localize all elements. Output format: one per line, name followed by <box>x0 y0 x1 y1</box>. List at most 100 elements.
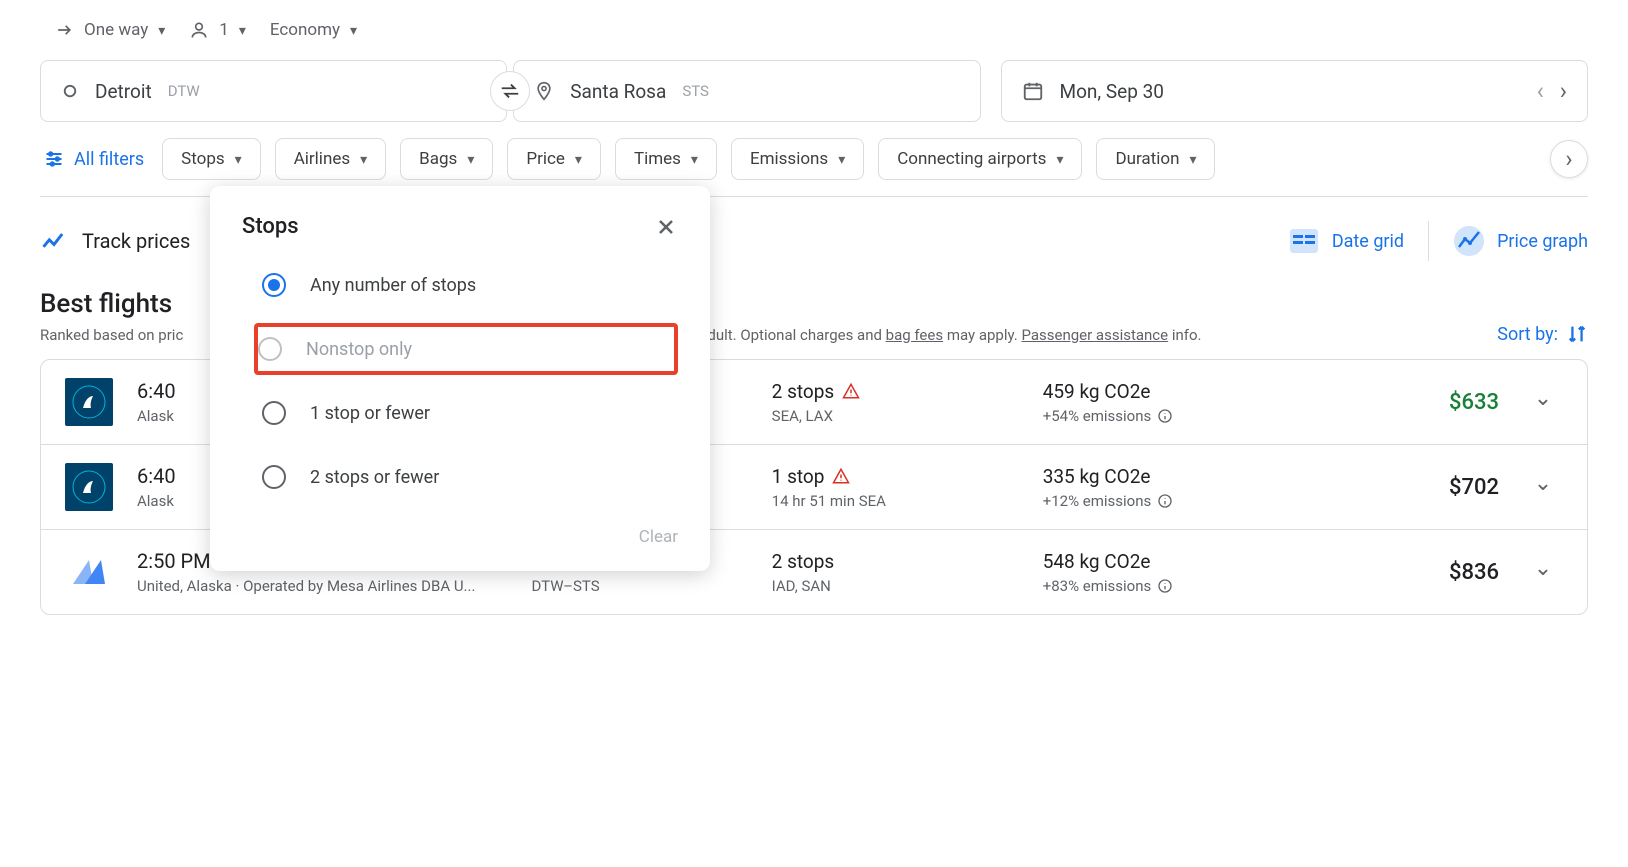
person-icon <box>189 20 209 40</box>
chevron-down-icon <box>350 20 357 40</box>
radio-icon <box>262 401 286 425</box>
sort-icon <box>1566 323 1588 345</box>
date-next[interactable] <box>1560 77 1567 105</box>
expand-button[interactable] <box>1523 560 1563 585</box>
date-prev[interactable] <box>1537 77 1544 105</box>
radio-1-stop[interactable]: 1 stop or fewer <box>258 387 678 439</box>
filter-chip-emissions[interactable]: Emissions <box>731 138 864 180</box>
chevron-down-icon <box>1534 564 1552 583</box>
radio-icon <box>262 273 286 297</box>
trip-type-selector[interactable]: One way <box>54 20 165 40</box>
price-graph-label: Price graph <box>1497 231 1588 252</box>
airline-logo <box>65 463 113 511</box>
sub-prefix: Ranked based on pric <box>40 326 183 344</box>
radio-any-stops[interactable]: Any number of stops <box>258 259 678 311</box>
chevron-right-icon <box>1565 145 1572 173</box>
chevron-down-icon <box>1189 149 1196 169</box>
stops-col: 2 stops SEA, LAX <box>772 380 1019 425</box>
scroll-filters-right[interactable] <box>1550 140 1588 178</box>
filter-chip-airlines[interactable]: Airlines <box>275 138 386 180</box>
chevron-down-icon <box>838 149 845 169</box>
track-prices[interactable]: Track prices <box>40 227 190 255</box>
airline-name: United, Alaska · Operated by Mesa Airlin… <box>137 577 508 595</box>
emis-text: +54% emissions <box>1043 407 1152 425</box>
swap-button[interactable] <box>490 71 530 111</box>
clear-button[interactable]: Clear <box>639 527 678 547</box>
search-row: Detroit DTW Santa Rosa STS Mon, Sep 30 <box>40 60 1588 122</box>
stops-popover: Stops Any number of stops Nonstop only 1… <box>210 186 710 571</box>
date-input[interactable]: Mon, Sep 30 <box>1001 60 1589 122</box>
origin-input[interactable]: Detroit DTW <box>40 60 507 122</box>
chevron-down-icon <box>235 149 242 169</box>
sort-button[interactable]: Sort by: <box>1497 323 1588 345</box>
dest-input[interactable]: Santa Rosa STS <box>513 60 980 122</box>
sub-info: info. <box>1168 326 1201 344</box>
chevron-down-icon <box>467 149 474 169</box>
stops-count: 1 stop <box>772 465 1019 488</box>
popover-title: Stops <box>242 214 299 239</box>
bag-fees-link[interactable]: bag fees <box>886 326 943 344</box>
date-grid-label: Date grid <box>1332 231 1404 252</box>
dest-code: STS <box>682 82 709 100</box>
chevron-down-icon <box>239 20 246 40</box>
radio-2-stops[interactable]: 2 stops or fewer <box>258 451 678 503</box>
all-filters-label: All filters <box>74 149 144 170</box>
cabin-label: Economy <box>270 20 340 40</box>
stops-text: 1 stop <box>772 465 825 488</box>
radio-icon <box>262 465 286 489</box>
dest-city: Santa Rosa <box>570 80 666 103</box>
emissions: 459 kg CO2e <box>1043 380 1321 403</box>
expand-button[interactable] <box>1523 475 1563 500</box>
emissions-col: 548 kg CO2e +83% emissions <box>1043 550 1321 595</box>
all-filters-button[interactable]: All filters <box>40 141 148 178</box>
sub-mid: 1 adult. Optional charges and <box>687 326 886 344</box>
price-col: $702 <box>1345 475 1499 500</box>
info-icon[interactable] <box>1157 578 1173 594</box>
tune-icon <box>44 149 64 169</box>
stops-text: 2 stops <box>772 380 835 403</box>
radio-label: Nonstop only <box>306 339 412 360</box>
stops-detail: 14 hr 51 min SEA <box>772 492 1019 510</box>
location-icon <box>534 81 554 101</box>
arrow-right-icon <box>54 20 74 40</box>
route: DTW–STS <box>532 577 748 595</box>
emissions-detail: +12% emissions <box>1043 492 1321 510</box>
price: $702 <box>1345 475 1499 500</box>
filter-chip-connecting[interactable]: Connecting airports <box>878 138 1082 180</box>
chip-label: Emissions <box>750 149 828 169</box>
price-graph-button[interactable]: Price graph <box>1453 225 1588 257</box>
filter-chip-price[interactable]: Price <box>507 138 601 180</box>
chevron-down-icon <box>575 149 582 169</box>
filter-chip-bags[interactable]: Bags <box>400 138 493 180</box>
price: $836 <box>1345 560 1499 585</box>
filter-chip-duration[interactable]: Duration <box>1096 138 1215 180</box>
separator <box>1428 221 1429 261</box>
popover-close-button[interactable] <box>654 215 678 239</box>
radio-nonstop[interactable]: Nonstop only <box>254 323 678 375</box>
passengers-count: 1 <box>219 20 229 40</box>
close-icon <box>654 215 678 239</box>
chip-label: Bags <box>419 149 457 169</box>
info-icon[interactable] <box>1157 493 1173 509</box>
filter-chip-stops[interactable]: Stops <box>162 138 261 180</box>
info-icon[interactable] <box>1157 408 1173 424</box>
stops-col: 1 stop 14 hr 51 min SEA <box>772 465 1019 510</box>
expand-button[interactable] <box>1523 390 1563 415</box>
radio-label: 1 stop or fewer <box>310 403 430 424</box>
warning-icon <box>832 467 850 485</box>
chip-label: Times <box>634 149 681 169</box>
chip-label: Connecting airports <box>897 149 1046 169</box>
chevron-down-icon <box>1534 479 1552 498</box>
passenger-assist-link[interactable]: Passenger assistance <box>1021 326 1168 344</box>
stops-detail: IAD, SAN <box>772 577 1019 595</box>
origin-dest-group: Detroit DTW Santa Rosa STS <box>40 60 981 122</box>
passengers-selector[interactable]: 1 <box>189 20 246 40</box>
cabin-selector[interactable]: Economy <box>270 20 357 40</box>
date-grid-button[interactable]: Date grid <box>1288 225 1404 257</box>
filter-chip-times[interactable]: Times <box>615 138 717 180</box>
trip-options-row: One way 1 Economy <box>40 20 1588 40</box>
stops-count: 2 stops <box>772 380 1019 403</box>
airline-logo <box>65 548 113 596</box>
chevron-down-icon <box>360 149 367 169</box>
date-grid-icon <box>1288 225 1320 257</box>
